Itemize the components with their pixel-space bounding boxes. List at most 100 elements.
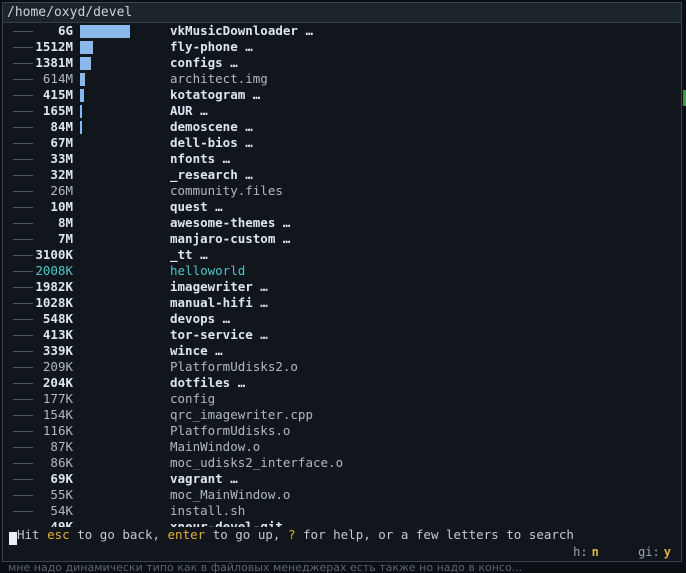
item-size: 339K (42, 343, 73, 358)
list-item[interactable]: 204K dotfiles … (3, 375, 681, 391)
item-name: tor-service … (170, 327, 268, 342)
list-item[interactable]: 154K qrc_imagewriter.cpp (3, 407, 681, 423)
item-size: 1982K (35, 279, 73, 294)
size-bar (80, 41, 93, 54)
terminal-window: /home/oxyd/devel 6G vkMusicDownloader … 15… (2, 2, 682, 562)
status-bar: Hit esc to go back, enter to go up, ? fo… (3, 527, 681, 561)
item-size: 69K (50, 471, 73, 486)
item-size: 1512M (35, 39, 73, 54)
list-item[interactable]: 1982K imagewriter … (3, 279, 681, 295)
item-size: 33M (50, 151, 73, 166)
size-bar (80, 121, 82, 134)
item-name: helloworld (170, 263, 246, 278)
list-item[interactable]: 69K vagrant … (3, 471, 681, 487)
item-size: 3100K (35, 247, 73, 262)
item-size: 209K (42, 359, 73, 374)
item-name: nfonts … (170, 151, 231, 166)
list-item[interactable]: 26M community.files (3, 183, 681, 199)
hint-text: to go up, (205, 527, 288, 542)
hint-text: for help, or a few letters to search (295, 527, 574, 542)
item-size: 116K (42, 423, 73, 438)
size-bar (80, 73, 85, 86)
list-item[interactable]: 1512M fly-phone … (3, 39, 681, 55)
list-item[interactable]: 84M demoscene … (3, 119, 681, 135)
item-size: 55K (50, 487, 73, 502)
list-item[interactable]: 33M nfonts … (3, 151, 681, 167)
item-name: architect.img (170, 71, 268, 86)
item-size: 548K (42, 311, 73, 326)
item-name: dotfiles … (170, 375, 246, 390)
item-name: manual-hifi … (170, 295, 268, 310)
size-bar (80, 57, 91, 70)
item-size: 87K (50, 439, 73, 454)
list-item[interactable]: 209K PlatformUdisks2.o (3, 359, 681, 375)
list-item[interactable]: 86K moc_udisks2_interface.o (3, 455, 681, 471)
item-name: demoscene … (170, 119, 253, 134)
item-name: vkMusicDownloader … (170, 23, 313, 38)
item-name: PlatformUdisks.o (170, 423, 291, 438)
list-item[interactable]: 7M manjaro-custom … (3, 231, 681, 247)
list-item[interactable]: 6G vkMusicDownloader … (3, 23, 681, 39)
hint-key-enter: enter (167, 527, 206, 542)
background-window-text: мне надо динамически типо как в файловых… (8, 563, 523, 573)
item-name: awesome-themes … (170, 215, 291, 230)
item-size: 177K (42, 391, 73, 406)
item-size: 8M (57, 215, 73, 230)
list-item[interactable]: 177K config (3, 391, 681, 407)
list-item[interactable]: 54K install.sh (3, 503, 681, 519)
item-name: AUR … (170, 103, 208, 118)
item-size: 67M (50, 135, 73, 150)
item-name: community.files (170, 183, 283, 198)
directory-listing[interactable]: 6G vkMusicDownloader … 1512M fly-phone … 138… (3, 23, 681, 535)
list-item[interactable]: 32M _research … (3, 167, 681, 183)
status-counters: h: n gi: y (565, 544, 671, 560)
item-name: fly-phone … (170, 39, 253, 54)
list-item[interactable]: 413K tor-service … (3, 327, 681, 343)
item-size: 165M (42, 103, 73, 118)
list-item[interactable]: 339K wince … (3, 343, 681, 359)
help-hint: Hit esc to go back, enter to go up, ? fo… (17, 527, 574, 543)
item-size: 26M (50, 183, 73, 198)
list-item[interactable]: 548K devops … (3, 311, 681, 327)
item-size: 413K (42, 327, 73, 342)
item-name: devops … (170, 311, 231, 326)
current-path: /home/oxyd/devel (3, 3, 681, 23)
size-bar (80, 89, 84, 102)
item-name: moc_udisks2_interface.o (170, 455, 344, 470)
item-name: dell-bios … (170, 135, 253, 150)
item-name: qrc_imagewriter.cpp (170, 407, 313, 422)
item-name: kotatogram … (170, 87, 261, 102)
input-cursor[interactable] (9, 532, 17, 545)
list-item[interactable]: 8M awesome-themes … (3, 215, 681, 231)
item-name: _research … (170, 167, 253, 182)
list-item[interactable]: 10M quest … (3, 199, 681, 215)
list-item[interactable]: 415M kotatogram … (3, 87, 681, 103)
h-counter: h: n (573, 545, 599, 559)
item-name: quest … (170, 199, 223, 214)
hint-key-help: ? (287, 527, 296, 542)
list-item[interactable]: 3100K _tt … (3, 247, 681, 263)
item-size: 10M (50, 199, 73, 214)
item-size: 415M (42, 87, 73, 102)
item-name: wince … (170, 343, 223, 358)
list-item[interactable]: 2008K helloworld (3, 263, 681, 279)
size-bar (80, 105, 82, 118)
list-item[interactable]: 87K MainWindow.o (3, 439, 681, 455)
item-size: 6G (57, 23, 73, 38)
list-item[interactable]: 165M AUR … (3, 103, 681, 119)
item-name: imagewriter … (170, 279, 268, 294)
item-size: 154K (42, 407, 73, 422)
list-item[interactable]: 67M dell-bios … (3, 135, 681, 151)
list-item[interactable]: 55K moc_MainWindow.o (3, 487, 681, 503)
list-item[interactable]: 1381M configs … (3, 55, 681, 71)
size-bar (80, 25, 130, 38)
item-size: 2008K (35, 263, 73, 278)
item-name: manjaro-custom … (170, 231, 291, 246)
list-item[interactable]: 116K PlatformUdisks.o (3, 423, 681, 439)
item-size: 614M (42, 71, 73, 86)
list-item[interactable]: 614M architect.img (3, 71, 681, 87)
item-name: PlatformUdisks2.o (170, 359, 298, 374)
item-name: moc_MainWindow.o (170, 487, 291, 502)
list-item[interactable]: 1028K manual-hifi … (3, 295, 681, 311)
item-size: 1381M (35, 55, 73, 70)
